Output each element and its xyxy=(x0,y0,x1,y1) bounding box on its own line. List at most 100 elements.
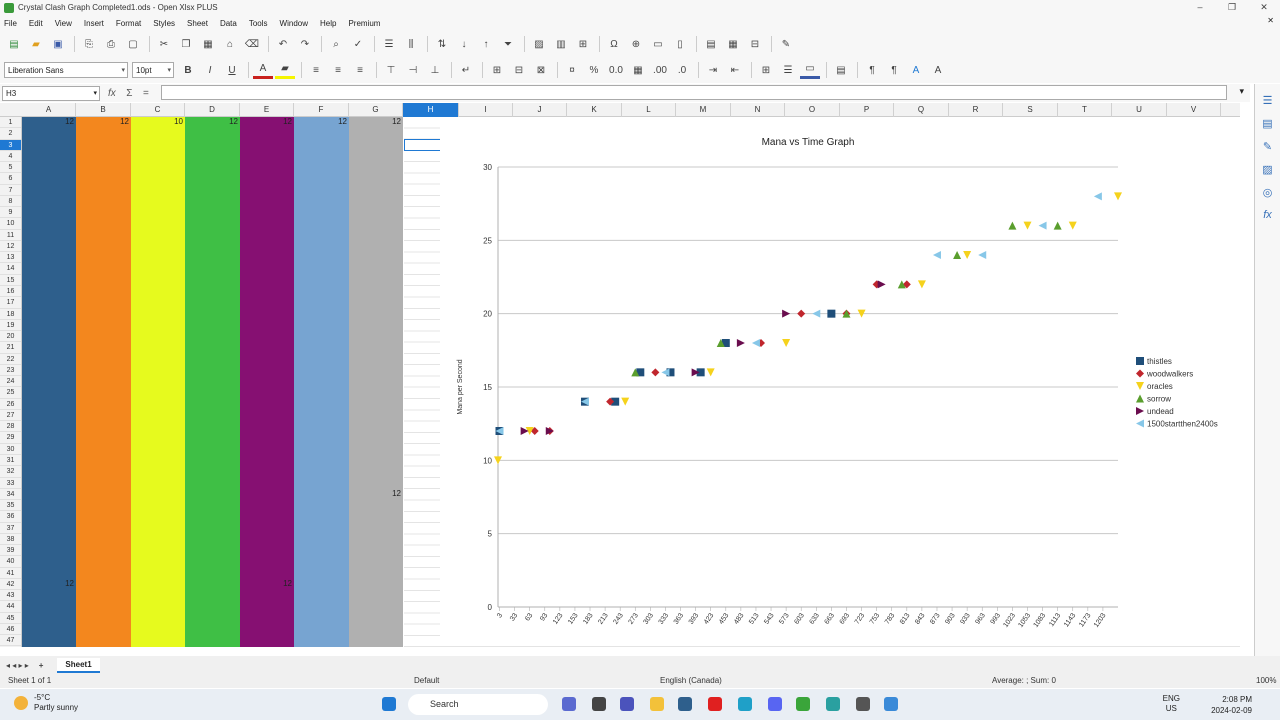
cell-d1[interactable]: 12 xyxy=(185,117,238,126)
print-icon[interactable]: ⎙ xyxy=(101,35,121,53)
currency-icon[interactable]: ¤ xyxy=(562,61,582,79)
row-header-22[interactable]: 22 xyxy=(0,354,21,365)
highlight-color-icon[interactable]: ▰ xyxy=(275,61,295,79)
print-preview-icon[interactable]: ▢ xyxy=(123,35,143,53)
menu-edit[interactable]: Edit xyxy=(29,19,43,28)
row-icon[interactable]: ☰ xyxy=(379,35,399,53)
edge-icon[interactable] xyxy=(738,697,752,711)
discord-icon[interactable] xyxy=(768,697,782,711)
cell-b1[interactable]: 12 xyxy=(76,117,129,126)
gallery-icon[interactable]: ▨ xyxy=(1255,163,1280,176)
menu-view[interactable]: View xyxy=(55,19,72,28)
sidebar-menu-icon[interactable]: ☰ xyxy=(1255,94,1280,107)
name-box[interactable]: H3 ▾ xyxy=(2,85,100,101)
row-header-39[interactable]: 39 xyxy=(0,545,21,557)
cell-e42[interactable]: 12 xyxy=(240,579,292,588)
font-color-icon[interactable]: A xyxy=(253,61,273,79)
row-header-32[interactable]: 32 xyxy=(0,466,21,478)
spreadsheet-app-icon[interactable] xyxy=(796,697,810,711)
menu-sheet[interactable]: Sheet xyxy=(187,19,208,28)
column-header-d[interactable]: D xyxy=(185,103,240,117)
row-header-33[interactable]: 33 xyxy=(0,478,21,489)
merge-center-icon[interactable]: ⊞ xyxy=(487,61,507,79)
row-header-20[interactable]: 20 xyxy=(0,331,21,343)
row-header-10[interactable]: 10 xyxy=(0,218,21,230)
row-header-8[interactable]: 8 xyxy=(0,196,21,208)
maximize-button[interactable]: ❐ xyxy=(1216,0,1248,15)
functions-icon[interactable]: fx xyxy=(1255,209,1280,221)
column-header-n[interactable]: N xyxy=(731,103,785,117)
row-header-46[interactable]: 46 xyxy=(0,624,21,636)
border-color-icon[interactable]: ▭ xyxy=(800,61,820,79)
comment-icon[interactable]: ▭ xyxy=(648,35,668,53)
column-header-v[interactable]: V xyxy=(1167,103,1221,117)
row-header-47[interactable]: 47 xyxy=(0,635,21,647)
app-icon[interactable] xyxy=(562,697,576,711)
column-header-k[interactable]: K xyxy=(567,103,622,117)
bold-icon[interactable]: B xyxy=(178,61,198,79)
minimize-button[interactable]: – xyxy=(1184,0,1216,15)
font-name-combo[interactable]: Liberation Sans ▾ xyxy=(4,62,128,78)
cut-icon[interactable]: ✂ xyxy=(154,35,174,53)
delete-decimal-icon[interactable]: .0 xyxy=(672,61,692,79)
input-language[interactable]: ENG US xyxy=(1163,694,1180,714)
row-header-44[interactable]: 44 xyxy=(0,601,21,613)
menu-styles[interactable]: Styles xyxy=(153,19,175,28)
sum-icon[interactable]: Σ xyxy=(126,88,132,99)
split-window-icon[interactable]: ⊟ xyxy=(745,35,765,53)
text-horizontal-icon[interactable]: A xyxy=(906,61,926,79)
row-header-29[interactable]: 29 xyxy=(0,432,21,444)
special-character-icon[interactable]: Ω xyxy=(604,35,624,53)
align-right-icon[interactable]: ≡ xyxy=(350,61,370,79)
row-header-36[interactable]: 36 xyxy=(0,511,21,523)
sort-ascending-icon[interactable]: ↓ xyxy=(454,35,474,53)
row-header-7[interactable]: 7 xyxy=(0,185,21,196)
row-header-37[interactable]: 37 xyxy=(0,523,21,534)
column-header-h[interactable]: H xyxy=(403,103,459,117)
weather-widget[interactable]: -5°C Partly sunny xyxy=(14,693,78,713)
row-header-27[interactable]: 27 xyxy=(0,410,21,422)
column-header-b[interactable]: B xyxy=(76,103,131,117)
menu-data[interactable]: Data xyxy=(220,19,237,28)
row-header-24[interactable]: 24 xyxy=(0,376,21,388)
increase-indent-icon[interactable]: ⇥ xyxy=(703,61,723,79)
menu-insert[interactable]: Insert xyxy=(84,19,104,28)
find-replace-icon[interactable]: ⌕ xyxy=(326,35,346,53)
cell-g34[interactable]: 12 xyxy=(349,489,401,498)
close-document-icon[interactable]: ✕ xyxy=(1267,16,1274,25)
save-icon[interactable]: ▣ xyxy=(48,35,68,53)
column-header-l[interactable]: L xyxy=(622,103,676,117)
menu-file[interactable]: File xyxy=(4,19,17,28)
column-header-r[interactable]: R xyxy=(949,103,1003,117)
zoom-level[interactable]: 100% xyxy=(1256,676,1276,685)
clone-formatting-icon[interactable]: ⌂ xyxy=(220,35,240,53)
row-header-34[interactable]: 34 xyxy=(0,489,21,501)
column-header-f[interactable]: F xyxy=(294,103,349,117)
spelling-icon[interactable]: ✓ xyxy=(348,35,368,53)
formula-icon[interactable]: = xyxy=(143,88,149,99)
expand-formula-bar-icon[interactable]: ▾ xyxy=(1239,86,1244,97)
chatgpt-icon[interactable] xyxy=(856,697,870,711)
row-header-5[interactable]: 5 xyxy=(0,162,21,174)
formula-input[interactable] xyxy=(161,85,1227,100)
border-style-icon[interactable]: ☰ xyxy=(778,61,798,79)
left-to-right-icon[interactable]: ¶ xyxy=(862,61,882,79)
close-button[interactable]: ✕ xyxy=(1248,0,1280,15)
align-center-icon[interactable]: ≡ xyxy=(328,61,348,79)
column-header-t[interactable]: T xyxy=(1058,103,1112,117)
row-header-28[interactable]: 28 xyxy=(0,421,21,433)
menu-premium[interactable]: Premium xyxy=(348,19,380,28)
youtube-icon[interactable] xyxy=(708,697,722,711)
row-header-41[interactable]: 41 xyxy=(0,568,21,579)
export-pdf-icon[interactable]: ⎘ xyxy=(79,35,99,53)
row-header-42[interactable]: 42 xyxy=(0,579,21,591)
sheet-navigation[interactable]: ◂ ◂ ▸ ▸ xyxy=(6,661,29,670)
row-header-19[interactable]: 19 xyxy=(0,320,21,332)
column-header-c[interactable]: C xyxy=(131,103,185,117)
clear-formatting-icon[interactable]: ⌫ xyxy=(242,35,262,53)
column-header-o[interactable]: O xyxy=(785,103,840,117)
column-header-p[interactable]: P xyxy=(840,103,894,117)
app-icon[interactable] xyxy=(884,697,898,711)
add-sheet-button[interactable]: + xyxy=(39,661,44,670)
row-header-25[interactable]: 25 xyxy=(0,387,21,399)
